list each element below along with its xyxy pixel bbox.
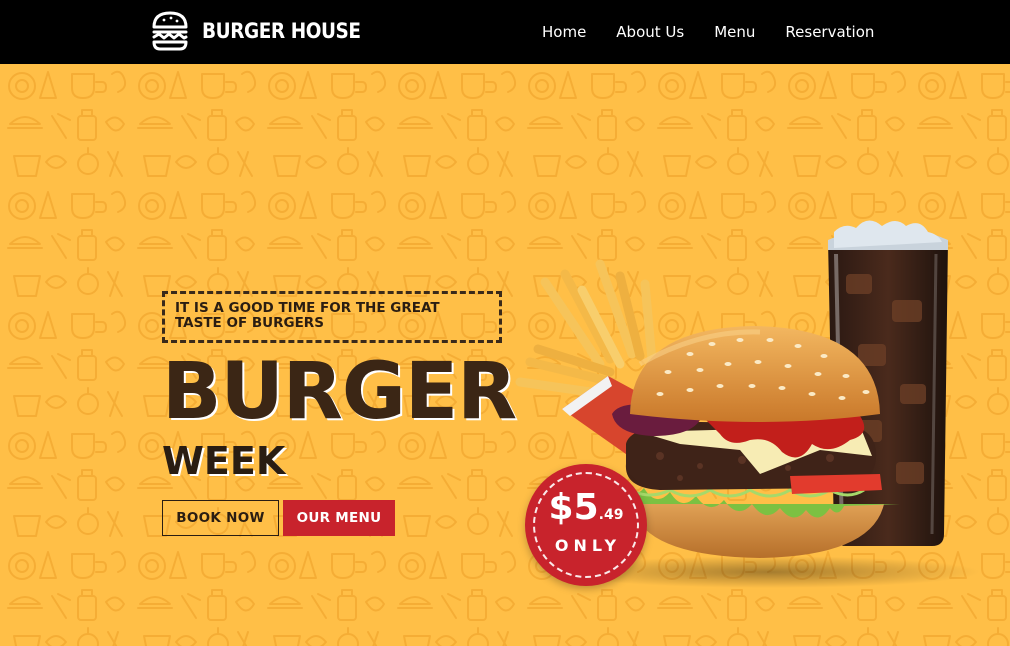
nav-reservation[interactable]: Reservation: [785, 23, 874, 41]
hero-section: IT IS A GOOD TIME FOR THE GREAT TASTE OF…: [0, 64, 1010, 646]
nav-home[interactable]: Home: [542, 23, 586, 41]
price-dollars: $5: [548, 487, 599, 528]
brand-name: BURGER HOUSE: [202, 19, 361, 43]
tagline-box: IT IS A GOOD TIME FOR THE GREAT TASTE OF…: [162, 291, 502, 343]
nav-about-us[interactable]: About Us: [616, 23, 684, 41]
price-badge: $5.49 ONLY: [525, 464, 647, 586]
brand-logo[interactable]: BURGER HOUSE: [150, 10, 382, 52]
book-now-button[interactable]: BOOK NOW: [162, 500, 279, 536]
main-nav: Home About Us Menu Reservation: [542, 0, 904, 64]
hero-tagline: IT IS A GOOD TIME FOR THE GREAT TASTE OF…: [175, 300, 440, 331]
price-only-label: ONLY: [554, 536, 622, 555]
our-menu-button[interactable]: OUR MENU: [283, 500, 395, 536]
top-navigation-bar: BURGER HOUSE Home About Us Menu Reservat…: [0, 0, 1010, 64]
price-amount: $5.49: [525, 488, 647, 535]
hero-subtitle: WEEK: [162, 439, 286, 483]
nav-menu[interactable]: Menu: [714, 23, 755, 41]
hero-title: BURGER: [162, 347, 517, 437]
burger-icon: [152, 11, 188, 51]
price-cents: .49: [598, 507, 624, 523]
